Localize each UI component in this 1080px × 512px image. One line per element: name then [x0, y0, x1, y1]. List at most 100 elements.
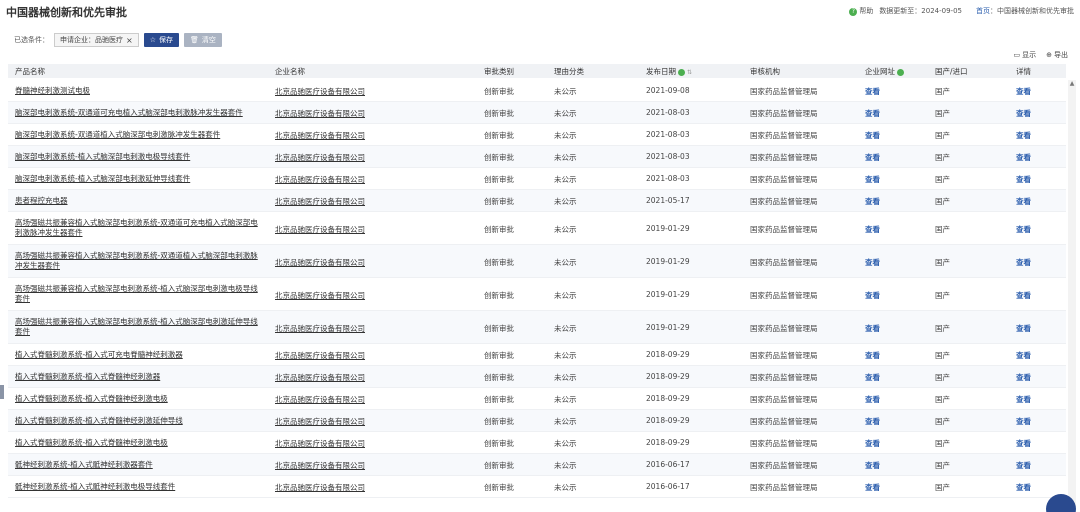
cell-detail[interactable]: 查看	[1016, 152, 1031, 163]
cell-product[interactable]: 高场强磁共振兼容植入式脑深部电刺激系统-双通道可充电植入式脑深部电刺激脉冲发生器…	[15, 218, 265, 238]
cell-website[interactable]: 查看	[865, 323, 880, 334]
cell-reason: 未公示	[554, 417, 577, 426]
cell-company[interactable]: 北京品驰医疗设备有限公司	[275, 196, 365, 207]
cell-website[interactable]: 查看	[865, 174, 880, 185]
cell-website[interactable]: 查看	[865, 438, 880, 449]
cell-website[interactable]: 查看	[865, 152, 880, 163]
cell-website[interactable]: 查看	[865, 372, 880, 383]
table-row: 植入式脊髓刺激系统-植入式脊髓神经刺激电极 北京品驰医疗设备有限公司 创新审批 未公示…	[8, 388, 1066, 410]
cell-website[interactable]: 查看	[865, 108, 880, 119]
cell-product[interactable]: 脑深部电刺激系统-双通道植入式脑深部电刺激脉冲发生器套件	[15, 130, 265, 140]
cell-detail[interactable]: 查看	[1016, 290, 1031, 301]
cell-origin: 国产	[935, 109, 950, 118]
side-collapse-tab[interactable]	[0, 385, 4, 399]
cell-product[interactable]: 患者程控充电器	[15, 196, 265, 206]
cell-detail[interactable]: 查看	[1016, 323, 1031, 334]
cell-company[interactable]: 北京品驰医疗设备有限公司	[275, 350, 365, 361]
cell-reason: 未公示	[554, 323, 577, 333]
cell-website[interactable]: 查看	[865, 460, 880, 471]
cell-agency: 国家药品监督管理局	[750, 461, 818, 470]
cell-detail[interactable]: 查看	[1016, 196, 1031, 207]
cell-company[interactable]: 北京品驰医疗设备有限公司	[275, 130, 365, 141]
cell-detail[interactable]: 查看	[1016, 394, 1031, 405]
export-button[interactable]: ⊕ 导出	[1046, 50, 1068, 60]
cell-website[interactable]: 查看	[865, 416, 880, 427]
cell-product[interactable]: 植入式脊髓刺激系统-植入式可充电脊髓神经刺激器	[15, 350, 265, 360]
cell-website[interactable]: 查看	[865, 224, 880, 235]
cell-company[interactable]: 北京品驰医疗设备有限公司	[275, 152, 365, 163]
cell-reason: 未公示	[554, 109, 577, 118]
header-date[interactable]: 发布日期 ⇅	[646, 66, 692, 77]
cell-detail[interactable]: 查看	[1016, 86, 1031, 97]
cell-product[interactable]: 植入式脊髓刺激系统-植入式脊髓神经刺激电极	[15, 438, 265, 448]
cell-product[interactable]: 植入式脊髓刺激系统-植入式脊髓神经刺激电极	[15, 394, 265, 404]
cell-website[interactable]: 查看	[865, 130, 880, 141]
filter-tag[interactable]: 申请企业：品驰医疗 ×	[54, 33, 139, 47]
chevron-up-icon[interactable]: ▲	[1068, 80, 1076, 88]
cell-detail[interactable]: 查看	[1016, 482, 1031, 493]
cell-product[interactable]: 植入式脊髓刺激系统-植入式脊髓神经刺激器	[15, 372, 265, 382]
close-icon[interactable]: ×	[126, 36, 133, 45]
cell-company[interactable]: 北京品驰医疗设备有限公司	[275, 482, 365, 493]
cell-product[interactable]: 骶神经刺激系统-植入式骶神经刺激电极导线套件	[15, 482, 265, 492]
cell-company[interactable]: 北京品驰医疗设备有限公司	[275, 372, 365, 383]
display-button[interactable]: ▭ 显示	[1014, 50, 1037, 60]
cell-date: 2021-05-17	[646, 196, 690, 205]
cell-product[interactable]: 脑深部电刺激系统-植入式脑深部电刺激电极导线套件	[15, 152, 265, 162]
cell-product[interactable]: 高场强磁共振兼容植入式脑深部电刺激系统-植入式脑深部电刺激延伸导线套件	[15, 317, 265, 337]
cell-agency: 国家药品监督管理局	[750, 351, 818, 360]
cell-product[interactable]: 高场强磁共振兼容植入式脑深部电刺激系统-植入式脑深部电刺激电极导线套件	[15, 284, 265, 304]
cell-detail[interactable]: 查看	[1016, 108, 1031, 119]
cell-company[interactable]: 北京品驰医疗设备有限公司	[275, 224, 365, 235]
cell-detail[interactable]: 查看	[1016, 224, 1031, 235]
cell-company[interactable]: 北京品驰医疗设备有限公司	[275, 323, 365, 334]
cell-website[interactable]: 查看	[865, 290, 880, 301]
cell-product[interactable]: 脊髓神经刺激测试电极	[15, 86, 265, 96]
save-button[interactable]: ☆ 保存	[143, 33, 179, 47]
cell-product[interactable]: 脑深部电刺激系统-植入式脑深部电刺激延伸导线套件	[15, 174, 265, 184]
cell-website[interactable]: 查看	[865, 196, 880, 207]
cell-company[interactable]: 北京品驰医疗设备有限公司	[275, 460, 365, 471]
cell-reason: 未公示	[554, 373, 577, 382]
cell-website[interactable]: 查看	[865, 86, 880, 97]
cell-website[interactable]: 查看	[865, 394, 880, 405]
cell-website[interactable]: 查看	[865, 257, 880, 268]
cell-company[interactable]: 北京品驰医疗设备有限公司	[275, 290, 365, 301]
cell-product[interactable]: 骶神经刺激系统-植入式骶神经刺激器套件	[15, 460, 265, 470]
breadcrumb-home[interactable]: 首页	[976, 7, 990, 15]
cell-company[interactable]: 北京品驰医疗设备有限公司	[275, 86, 365, 97]
header-detail: 详情	[1016, 67, 1031, 76]
cell-company[interactable]: 北京品驰医疗设备有限公司	[275, 257, 365, 268]
cell-origin: 国产	[935, 417, 950, 426]
cell-company[interactable]: 北京品驰医疗设备有限公司	[275, 394, 365, 405]
table-row: 骶神经刺激系统-植入式骶神经刺激器套件 北京品驰医疗设备有限公司 创新审批 未公示 20…	[8, 454, 1066, 476]
cell-website[interactable]: 查看	[865, 482, 880, 493]
cell-date: 2019-01-29	[646, 289, 690, 299]
help-link[interactable]: ? 帮助	[849, 6, 873, 16]
clear-button[interactable]: 🗑 清空	[183, 33, 222, 47]
cell-detail[interactable]: 查看	[1016, 416, 1031, 427]
cell-detail[interactable]: 查看	[1016, 130, 1031, 141]
cell-product[interactable]: 高场强磁共振兼容植入式脑深部电刺激系统-双通道植入式脑深部电刺激脉冲发生器套件	[15, 251, 265, 271]
breadcrumb-separator: ：	[990, 7, 997, 15]
cell-detail[interactable]: 查看	[1016, 174, 1031, 185]
cell-date: 2018-09-29	[646, 350, 690, 359]
scrollbar[interactable]: ▲	[1068, 80, 1076, 512]
cell-detail[interactable]: 查看	[1016, 438, 1031, 449]
info-icon	[678, 68, 685, 76]
cell-product[interactable]: 脑深部电刺激系统-双通道可充电植入式脑深部电刺激脉冲发生器套件	[15, 108, 265, 118]
cell-company[interactable]: 北京品驰医疗设备有限公司	[275, 108, 365, 119]
cell-reason: 未公示	[554, 290, 577, 300]
cell-website[interactable]: 查看	[865, 350, 880, 361]
cell-detail[interactable]: 查看	[1016, 257, 1031, 268]
cell-detail[interactable]: 查看	[1016, 350, 1031, 361]
cell-type: 创新审批	[484, 323, 514, 333]
cell-product[interactable]: 植入式脊髓刺激系统-植入式脊髓神经刺激延伸导线	[15, 416, 265, 426]
cell-company[interactable]: 北京品驰医疗设备有限公司	[275, 174, 365, 185]
cell-company[interactable]: 北京品驰医疗设备有限公司	[275, 438, 365, 449]
cell-company[interactable]: 北京品驰医疗设备有限公司	[275, 416, 365, 427]
cell-detail[interactable]: 查看	[1016, 460, 1031, 471]
cell-date: 2018-09-29	[646, 438, 690, 447]
sort-icon[interactable]: ⇅	[687, 69, 692, 76]
cell-detail[interactable]: 查看	[1016, 372, 1031, 383]
